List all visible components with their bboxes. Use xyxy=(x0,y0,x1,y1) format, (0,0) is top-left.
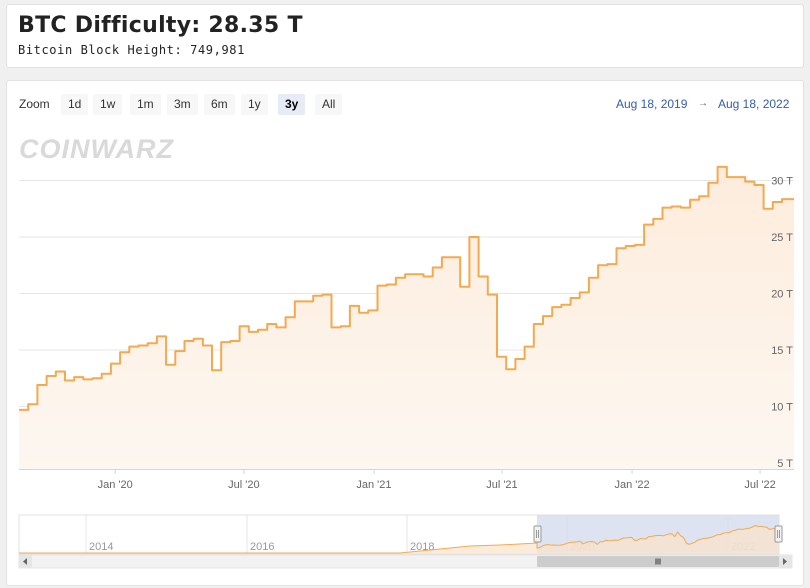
zoom-1m-button[interactable]: 1m xyxy=(130,94,161,115)
block-height-label: Bitcoin Block Height: 749,981 xyxy=(18,43,245,57)
zoom-6m-button[interactable]: 6m xyxy=(204,94,235,115)
zoom-1w-button[interactable]: 1w xyxy=(93,94,123,115)
zoom-1y-button[interactable]: 1y xyxy=(241,94,268,115)
page-title: BTC Difficulty: 28.35 T xyxy=(18,13,303,38)
difficulty-header: BTC Difficulty: 28.35 T Bitcoin Block He… xyxy=(6,4,804,68)
range-from-input[interactable]: Aug 18, 2019 xyxy=(616,97,687,111)
zoom-label: Zoom xyxy=(19,97,50,111)
zoom-1d-button[interactable]: 1d xyxy=(61,94,89,115)
zoom-all-button[interactable]: All xyxy=(315,94,343,115)
difficulty-chart-card: Zoom 1d 1w 1m 3m 6m 1y 3y All Aug 18, 20… xyxy=(6,80,804,586)
zoom-3m-button[interactable]: 3m xyxy=(167,94,198,115)
range-arrow-icon: → xyxy=(698,98,708,109)
zoom-3y-button[interactable]: 3y xyxy=(278,94,306,115)
range-to-input[interactable]: Aug 18, 2022 xyxy=(718,97,789,111)
